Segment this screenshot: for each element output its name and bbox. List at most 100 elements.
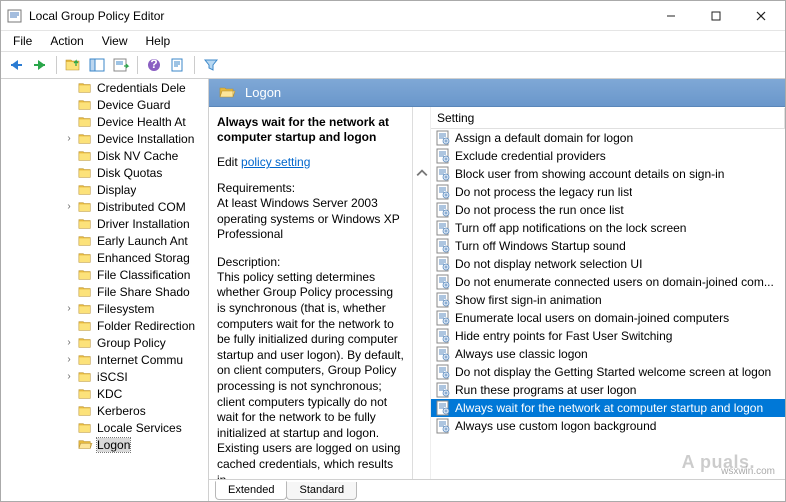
setting-row[interactable]: Enumerate local users on domain-joined c… [431, 309, 785, 327]
setting-label: Assign a default domain for logon [455, 131, 633, 145]
setting-label: Always use classic logon [455, 347, 588, 361]
tree-node[interactable]: Locale Services [1, 419, 208, 436]
setting-row[interactable]: Assign a default domain for logon [431, 129, 785, 147]
setting-row[interactable]: Do not process the legacy run list [431, 183, 785, 201]
chevron-right-icon[interactable]: › [63, 371, 75, 382]
tree-node[interactable]: Folder Redirection [1, 317, 208, 334]
policy-setting-icon [435, 184, 451, 200]
policy-setting-icon [435, 292, 451, 308]
menu-help[interactable]: Help [138, 32, 179, 50]
tree-node[interactable]: ›Group Policy [1, 334, 208, 351]
tree-node[interactable]: Logon [1, 436, 208, 453]
policy-setting-icon [435, 418, 451, 434]
filter-button[interactable] [200, 54, 222, 76]
tree-node[interactable]: Early Launch Ant [1, 232, 208, 249]
setting-label: Turn off Windows Startup sound [455, 239, 626, 253]
settings-column-header[interactable]: Setting [431, 108, 785, 128]
chevron-right-icon[interactable]: › [63, 354, 75, 365]
tree-node[interactable]: Kerberos [1, 402, 208, 419]
tree-node[interactable]: Credentials Dele [1, 79, 208, 96]
folder-icon [77, 115, 93, 129]
chevron-right-icon[interactable]: › [63, 201, 75, 212]
settings-list[interactable]: Assign a default domain for logon Exclude… [431, 129, 785, 479]
setting-row[interactable]: Exclude credential providers [431, 147, 785, 165]
tree-node[interactable]: Disk NV Cache [1, 147, 208, 164]
setting-row[interactable]: Do not process the run once list [431, 201, 785, 219]
close-button[interactable] [738, 1, 783, 30]
toolbar-separator [194, 56, 195, 74]
setting-row[interactable]: Always wait for the network at computer … [431, 399, 785, 417]
setting-row[interactable]: Always use classic logon [431, 345, 785, 363]
tree-node[interactable]: Device Health At [1, 113, 208, 130]
export-list-button[interactable] [110, 54, 132, 76]
setting-row[interactable]: Do not enumerate connected users on doma… [431, 273, 785, 291]
pane-header: Logon [209, 79, 785, 107]
folder-icon [77, 404, 93, 418]
setting-row[interactable]: Always use custom logon background [431, 417, 785, 435]
tree-node[interactable]: Driver Installation [1, 215, 208, 232]
back-button[interactable] [5, 54, 27, 76]
folder-icon [77, 336, 93, 350]
chevron-right-icon[interactable]: › [63, 133, 75, 144]
help-button[interactable]: ? [143, 54, 165, 76]
chevron-right-icon[interactable]: › [63, 337, 75, 348]
menu-action[interactable]: Action [42, 32, 91, 50]
tree-node-label: KDC [97, 387, 122, 401]
maximize-button[interactable] [693, 1, 738, 30]
setting-row[interactable]: Turn off app notifications on the lock s… [431, 219, 785, 237]
main-area: Credentials DeleDevice GuardDevice Healt… [1, 79, 785, 501]
properties-button[interactable] [167, 54, 189, 76]
setting-label: Turn off app notifications on the lock s… [455, 221, 686, 235]
tree-node[interactable]: Disk Quotas [1, 164, 208, 181]
tree-node[interactable]: KDC [1, 385, 208, 402]
setting-row[interactable]: Hide entry points for Fast User Switchin… [431, 327, 785, 345]
tree-node[interactable]: › Internet Commu [1, 351, 208, 368]
setting-row[interactable]: Block user from showing account details … [431, 165, 785, 183]
edit-policy-link[interactable]: policy setting [241, 155, 310, 169]
policy-setting-icon [435, 382, 451, 398]
tree-node[interactable]: File Classification [1, 266, 208, 283]
setting-row[interactable]: Turn off Windows Startup sound [431, 237, 785, 255]
tree-node-label: Disk NV Cache [97, 149, 178, 163]
menu-file[interactable]: File [5, 32, 40, 50]
setting-row[interactable]: Do not display network selection UI [431, 255, 785, 273]
tree-node[interactable]: ›Distributed COM [1, 198, 208, 215]
setting-row[interactable]: Do not display the Getting Started welco… [431, 363, 785, 381]
up-level-button[interactable] [62, 54, 84, 76]
setting-row[interactable]: Run these programs at user logon [431, 381, 785, 399]
description-body: This policy setting determines whether G… [217, 270, 404, 479]
tree-node[interactable]: ›Filesystem [1, 300, 208, 317]
folder-icon [77, 183, 93, 197]
tree-node[interactable]: Enhanced Storag [1, 249, 208, 266]
chevron-up-icon [416, 167, 428, 179]
forward-button[interactable] [29, 54, 51, 76]
forward-arrow-icon [32, 58, 48, 72]
tree-node[interactable]: ›iSCSI [1, 368, 208, 385]
folder-icon [77, 217, 93, 231]
description-scroll-cue[interactable] [413, 107, 431, 479]
toolbar: ? [1, 51, 785, 79]
tree-node[interactable]: File Share Shado [1, 283, 208, 300]
minimize-button[interactable] [648, 1, 693, 30]
policy-setting-icon [435, 400, 451, 416]
setting-row[interactable]: Show first sign-in animation [431, 291, 785, 309]
tab-standard[interactable]: Standard [286, 482, 357, 500]
tree-pane-icon [89, 57, 105, 73]
tree-scroll[interactable]: Credentials DeleDevice GuardDevice Healt… [1, 79, 208, 501]
tree-node-label: Internet Commu [97, 353, 183, 367]
tree-node[interactable]: Device Guard [1, 96, 208, 113]
show-hide-tree-button[interactable] [86, 54, 108, 76]
policy-setting-icon [435, 274, 451, 290]
menu-view[interactable]: View [94, 32, 136, 50]
chevron-right-icon[interactable]: › [63, 303, 75, 314]
tree-node[interactable]: › Device Installation [1, 130, 208, 147]
toolbar-separator [137, 56, 138, 74]
tree-node-label: Device Installation [97, 132, 194, 146]
titlebar: Local Group Policy Editor [1, 1, 785, 31]
tree-node-label: File Classification [97, 268, 190, 282]
setting-label: Do not display network selection UI [455, 257, 642, 271]
tab-extended[interactable]: Extended [215, 481, 287, 500]
tree-node[interactable]: Display [1, 181, 208, 198]
edit-line: Edit policy setting [217, 155, 404, 169]
folder-icon [77, 81, 93, 95]
